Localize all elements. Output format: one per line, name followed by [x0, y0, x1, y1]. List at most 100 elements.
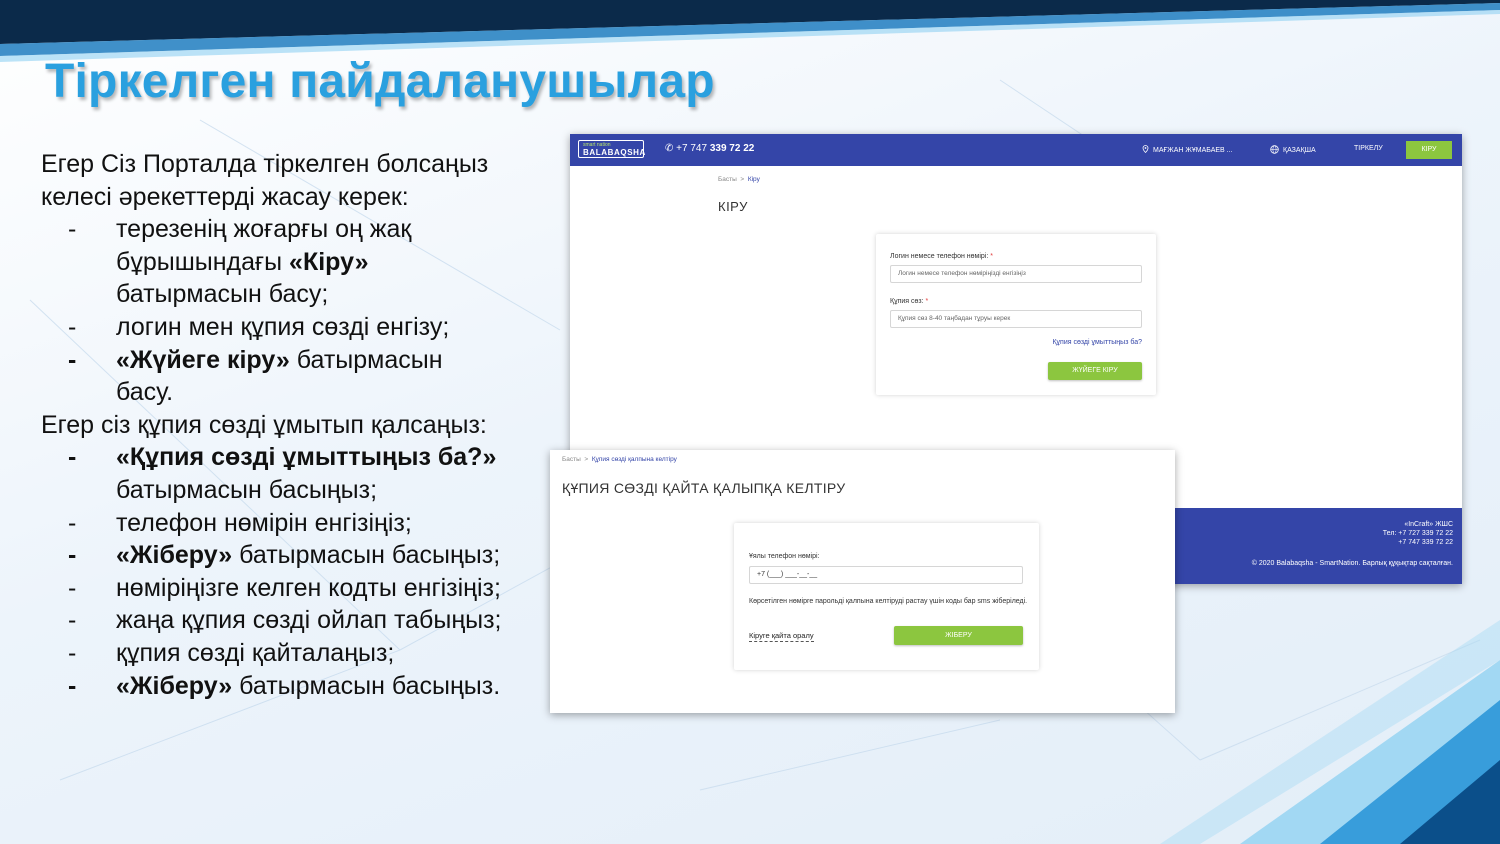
step-line: нөміріңізге келген кодты енгізіңіз;	[116, 572, 541, 605]
language-switch[interactable]: ҚАЗАҚША	[1270, 145, 1316, 154]
login-heading: КІРУ	[718, 199, 748, 214]
footer-copyright: © 2020 Balabaqsha - SmartNation. Барлық …	[1251, 560, 1453, 567]
step-text: құпия сөзді қайталаңыз;	[116, 638, 395, 667]
language-label: ҚАЗАҚША	[1283, 147, 1316, 154]
step-dash: -	[68, 606, 77, 635]
logo-name: BALABAQSHA	[583, 148, 646, 157]
phone-number: 339 72 22	[709, 143, 755, 154]
footer-company: «InCraft» ЖШС	[1404, 521, 1453, 528]
required-mark: *	[990, 253, 993, 260]
reset-heading: ҚҰПИЯ СӨЗДІ ҚАЙТА ҚАЛЫПҚА КЕЛТІРУ	[562, 480, 846, 496]
step-item: - «Құпия сөзді ұмыттыңыз ба?» батырмасын б…	[41, 441, 541, 506]
step-text: бұрышындағы	[116, 247, 290, 276]
user-name: МАҒЖАН ЖҰМАБАЕВ ...	[1153, 147, 1233, 154]
step-item: - нөміріңізге келген кодты енгізіңіз;	[41, 572, 541, 605]
reset-form-card: Ұялы телефон нөмірі: +7 (___) ___-__-__ …	[734, 523, 1039, 670]
phone-icon: ✆	[665, 143, 674, 154]
password-reset-screenshot: Басты > Құпия сөзді қалпына келтіру ҚҰПИ…	[550, 450, 1175, 713]
password-field-label: Құпия сөз: *	[890, 298, 928, 305]
login-label-text: Логин немесе телефон нөмірі:	[890, 253, 991, 260]
step-item: - «Жіберу» батырмасын басыңыз;	[41, 539, 541, 572]
login-input[interactable]: Логин немесе телефон нөміріңізді енгізің…	[890, 265, 1142, 283]
step-line: батырмасын басыңыз;	[116, 474, 541, 507]
step-text: батырмасын басыңыз;	[116, 475, 378, 504]
password-label-text: Құпия сөз:	[890, 298, 926, 305]
balabaqsha-logo[interactable]: smart nation BALABAQSHA	[578, 140, 646, 158]
step-button-name: «Құпия сөзді ұмыттыңыз ба?»	[116, 443, 497, 472]
breadcrumb: Басты > Кіру	[718, 176, 760, 183]
step-dash: -	[68, 345, 77, 374]
step-item: - жаңа құпия сөзді ойлап табыңыз;	[41, 604, 541, 637]
slide-title: Тіркелген пайдаланушылар	[45, 55, 715, 108]
header-login-button[interactable]: КІРУ	[1406, 141, 1452, 159]
step-line: басу.	[116, 376, 541, 409]
step-line: терезенің жоғарғы оң жақ	[116, 213, 541, 246]
breadcrumb-current: Құпия сөзді қалпына келтіру	[591, 456, 677, 463]
forgot-password-link[interactable]: Құпия сөзді ұмыттыңыз ба?	[1052, 339, 1142, 346]
breadcrumb-home[interactable]: Басты	[718, 176, 737, 183]
step-button-name: «Жіберу»	[116, 671, 233, 700]
step-line: бұрышындағы «Кіру»	[116, 246, 541, 279]
step-line: «Құпия сөзді ұмыттыңыз ба?»	[116, 441, 541, 474]
intro-line-2: келесі әрекеттерді жасау керек:	[41, 182, 409, 211]
step-item: - телефон нөмірін енгізіңіз;	[41, 507, 541, 540]
step-dash: -	[68, 312, 77, 341]
step-line: «Жіберу» батырмасын басыңыз.	[116, 670, 541, 703]
step-item: - терезенің жоғарғы оң жақ бұрышындағы «Кі…	[41, 213, 541, 311]
step-line: «Жіберу» батырмасын басыңыз;	[116, 539, 541, 572]
step-text: батырмасын басу;	[116, 280, 329, 309]
step-line: логин мен құпия сөзді енгізу;	[116, 311, 541, 344]
phone-prefix: +7 747	[676, 143, 710, 154]
system-login-button[interactable]: ЖҮЙЕГЕ КІРУ	[1048, 362, 1142, 380]
step-button-name: «Жүйеге кіру»	[116, 345, 290, 374]
forgot-intro: Егер сіз құпия сөзді ұмытып қалсаңыз:	[41, 410, 487, 439]
step-dash: -	[68, 215, 77, 244]
header-phone[interactable]: ✆ +7 747 339 72 22	[665, 143, 754, 154]
login-form-card: Логин немесе телефон нөмірі: * Логин нем…	[876, 234, 1156, 395]
step-line: жаңа құпия сөзді ойлап табыңыз;	[116, 604, 541, 637]
step-text: телефон нөмірін енгізіңіз;	[116, 508, 412, 537]
step-text: логин мен құпия сөзді енгізу;	[116, 312, 450, 341]
breadcrumb-separator: >	[740, 176, 745, 183]
step-text: батырмасын басыңыз.	[232, 671, 501, 700]
step-text: батырмасын басыңыз;	[232, 541, 501, 570]
step-text: батырмасын	[289, 345, 443, 374]
step-dash: -	[68, 443, 77, 472]
send-button[interactable]: ЖІБЕРУ	[894, 626, 1023, 645]
forgot-steps-list: - «Құпия сөзді ұмыттыңыз ба?» батырмасын б…	[41, 441, 541, 702]
instructions-text: Егер Сіз Порталда тіркелген болсаңыз кел…	[41, 148, 541, 702]
phone-input[interactable]: +7 (___) ___-__-__	[749, 566, 1023, 584]
portal-header: smart nation BALABAQSHA ✆ +7 747 339 72 …	[570, 134, 1462, 166]
login-steps-list: - терезенің жоғарғы оң жақ бұрышындағы «Кі…	[41, 213, 541, 409]
breadcrumb-separator: >	[584, 456, 589, 463]
sms-note: Көрсетілген нөмірге парольді қалпына кел…	[749, 598, 1028, 605]
password-input[interactable]: Құпия сөз 8-40 таңбадан тұруы керек	[890, 310, 1142, 328]
step-dash: -	[68, 573, 77, 602]
login-field-label: Логин немесе телефон нөмірі: *	[890, 253, 993, 260]
footer-tel-1: Тел: +7 727 339 72 22	[1382, 530, 1453, 537]
step-line: телефон нөмірін енгізіңіз;	[116, 507, 541, 540]
step-line: батырмасын басу;	[116, 278, 541, 311]
step-text: терезенің жоғарғы оң жақ	[116, 215, 412, 244]
step-text: басу.	[116, 378, 174, 407]
breadcrumb-home[interactable]: Басты	[562, 456, 581, 463]
step-dash: -	[68, 638, 77, 667]
phone-field-label: Ұялы телефон нөмірі:	[749, 553, 820, 560]
step-dash: -	[68, 508, 77, 537]
step-item: - «Жүйеге кіру» батырмасын басу.	[41, 344, 541, 409]
step-item: - құпия сөзді қайталаңыз;	[41, 637, 541, 670]
register-link[interactable]: ТІРКЕЛУ	[1354, 145, 1383, 152]
breadcrumb-current: Кіру	[747, 176, 760, 183]
footer-tel-2: +7 747 339 72 22	[1398, 539, 1453, 546]
step-line: құпия сөзді қайталаңыз;	[116, 637, 541, 670]
intro-line-1: Егер Сіз Порталда тіркелген болсаңыз	[41, 150, 489, 178]
step-item: - логин мен құпия сөзді енгізу;	[41, 311, 541, 344]
back-to-login-link[interactable]: Кіруге қайта оралу	[749, 631, 814, 642]
step-line: «Жүйеге кіру» батырмасын	[116, 344, 541, 377]
required-mark: *	[925, 298, 929, 305]
step-button-name: «Жіберу»	[116, 541, 233, 570]
location-pin-icon	[1142, 145, 1149, 154]
step-text: жаңа құпия сөзді ойлап табыңыз;	[116, 606, 502, 635]
header-user[interactable]: МАҒЖАН ЖҰМАБАЕВ ...	[1142, 145, 1233, 154]
reset-breadcrumb: Басты > Құпия сөзді қалпына келтіру	[562, 456, 677, 463]
